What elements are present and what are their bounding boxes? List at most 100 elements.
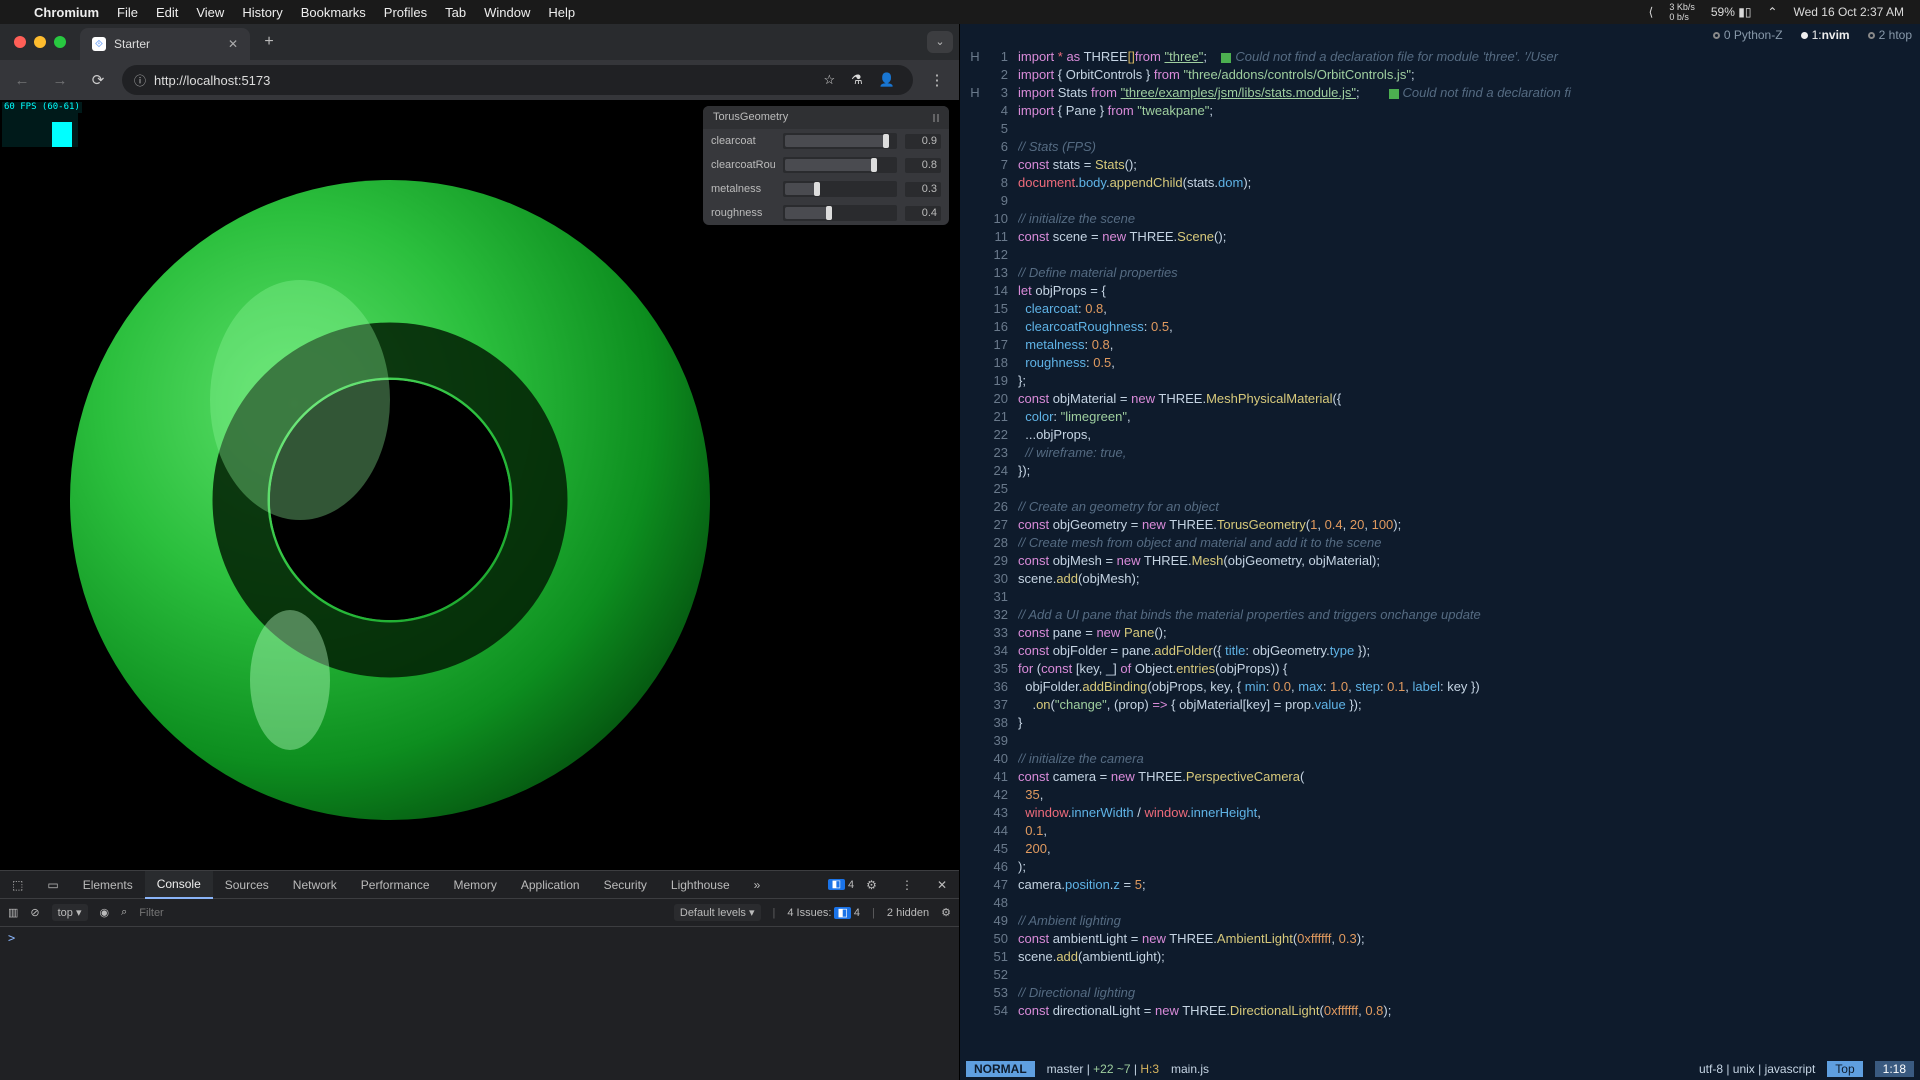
devtools-tab[interactable]: Elements (71, 871, 145, 899)
macos-menubar: Chromium File Edit View History Bookmark… (0, 0, 1920, 24)
back-button[interactable]: ← (8, 66, 36, 94)
close-tab-icon[interactable]: ✕ (228, 37, 238, 51)
slider-track[interactable] (783, 205, 897, 221)
menu-item[interactable]: Edit (156, 5, 178, 20)
code-line: 11const scene = new THREE.Scene(); (966, 228, 1914, 246)
menu-item[interactable]: File (117, 5, 138, 20)
wifi-icon[interactable]: ⌃ (1767, 5, 1777, 19)
devtools-tab[interactable]: Lighthouse (659, 871, 742, 899)
code-line: 28// Create mesh from object and materia… (966, 534, 1914, 552)
code-line: 18 roughness: 0.5, (966, 354, 1914, 372)
filter-input[interactable] (139, 907, 279, 919)
device-toggle-icon[interactable]: ▭ (35, 871, 70, 899)
battery-icon[interactable]: 59% ▮▯ (1711, 5, 1752, 19)
devtools-kebab-icon[interactable]: ⋮ (889, 871, 925, 899)
devtools-more-icon[interactable]: » (742, 871, 773, 899)
slider-row: metalness 0.3 (703, 177, 949, 201)
tmux-tab[interactable]: 2 htop (1868, 29, 1912, 41)
inspect-element-icon[interactable]: ⬚ (0, 871, 35, 899)
devtools: ⬚ ▭ ElementsConsoleSourcesNetworkPerform… (0, 870, 959, 1080)
slider-track[interactable] (783, 157, 897, 173)
tmux-tab[interactable]: 0 Python-Z (1713, 29, 1783, 41)
git-branch: master | +22 ~7 | H:3 (1047, 1063, 1159, 1075)
favicon-icon: ⟐ (92, 37, 106, 51)
menu-item[interactable]: Tab (445, 5, 466, 20)
menu-item[interactable]: View (196, 5, 224, 20)
filename: main.js (1171, 1063, 1209, 1075)
airplay-icon[interactable]: ⟨ (1649, 5, 1654, 19)
kebab-menu-icon[interactable]: ⋮ (923, 66, 951, 94)
menu-item[interactable]: Window (484, 5, 530, 20)
site-info-icon[interactable]: ⓘ (134, 72, 146, 89)
devtools-tab[interactable]: Sources (213, 871, 281, 899)
address-bar[interactable]: ⓘ http://localhost:5173 ☆ ⚗ 👤 (122, 65, 913, 95)
browser-tab[interactable]: ⟐ Starter ✕ (80, 28, 250, 60)
stats-panel[interactable]: 60 FPS (60-61) (2, 102, 82, 147)
devtools-tab[interactable]: Application (509, 871, 592, 899)
clear-console-icon[interactable]: ⊘ (30, 906, 39, 919)
devtools-tab[interactable]: Network (281, 871, 349, 899)
devtools-tab[interactable]: Security (592, 871, 659, 899)
menu-item[interactable]: Help (548, 5, 575, 20)
console-settings-icon[interactable]: ⚙ (941, 906, 951, 919)
tmux-tab-active[interactable]: 1:nvim (1801, 29, 1850, 41)
devtools-tab[interactable]: Memory (442, 871, 509, 899)
code-line: 32// Add a UI pane that binds the materi… (966, 606, 1914, 624)
maximize-window-icon[interactable] (54, 36, 66, 48)
code-line: 48 (966, 894, 1914, 912)
reload-button[interactable]: ⟳ (84, 66, 112, 94)
traffic-lights (6, 36, 74, 48)
code-line: 22 ...objProps, (966, 426, 1914, 444)
devtools-tab[interactable]: Console (145, 871, 213, 899)
pane-folder-title[interactable]: TorusGeometry (703, 106, 949, 129)
slider-row: roughness 0.4 (703, 201, 949, 225)
pane-collapse-icon[interactable] (933, 114, 939, 122)
hidden-count[interactable]: 2 hidden (887, 907, 929, 919)
minimize-window-icon[interactable] (34, 36, 46, 48)
code-line: 36 objFolder.addBinding(objProps, key, {… (966, 678, 1914, 696)
url-text: http://localhost:5173 (154, 73, 270, 88)
profile-icon[interactable]: 👤 (879, 72, 895, 88)
extensions-icon[interactable]: ⚗ (851, 72, 863, 88)
torus-render (50, 160, 730, 840)
code-line: 46); (966, 858, 1914, 876)
slider-track[interactable] (783, 181, 897, 197)
close-window-icon[interactable] (14, 36, 26, 48)
slider-value[interactable]: 0.8 (905, 158, 941, 173)
new-tab-button[interactable]: + (256, 33, 282, 51)
fps-graph (2, 113, 78, 147)
slider-track[interactable] (783, 133, 897, 149)
issues-link[interactable]: 4 Issues: ◧ 4 (787, 906, 860, 919)
code-line: H1import * as THREE[]from "three"; Could… (966, 48, 1914, 66)
context-select[interactable]: top ▾ (52, 904, 88, 921)
tab-overflow-button[interactable]: ⌄ (927, 31, 953, 53)
code-line: 23 // wireframe: true, (966, 444, 1914, 462)
slider-value[interactable]: 0.4 (905, 206, 941, 221)
menu-item[interactable]: Bookmarks (301, 5, 366, 20)
code-editor[interactable]: H1import * as THREE[]from "three"; Could… (960, 46, 1920, 1058)
page-viewport[interactable]: 60 FPS (60-61) (0, 100, 959, 870)
code-line: 7const stats = Stats(); (966, 156, 1914, 174)
cursor-pos: 1:18 (1875, 1061, 1914, 1077)
console-prompt[interactable]: > (0, 927, 959, 1080)
slider-value[interactable]: 0.9 (905, 134, 941, 149)
sidebar-toggle-icon[interactable]: ▥ (8, 906, 18, 919)
code-line: 35for (const [key, _] of Object.entries(… (966, 660, 1914, 678)
bookmark-icon[interactable]: ☆ (824, 72, 836, 88)
devtools-tab[interactable]: Performance (349, 871, 442, 899)
console-errors-badge[interactable]: ◧4 (828, 879, 855, 891)
devtools-close-icon[interactable]: ✕ (925, 871, 959, 899)
code-line: 4import { Pane } from "tweakpane"; (966, 102, 1914, 120)
slider-value[interactable]: 0.3 (905, 182, 941, 197)
log-levels-select[interactable]: Default levels ▾ (674, 904, 761, 921)
menubar-app[interactable]: Chromium (34, 5, 99, 20)
forward-button[interactable]: → (46, 66, 74, 94)
code-line: 21 color: "limegreen", (966, 408, 1914, 426)
menu-item[interactable]: History (242, 5, 282, 20)
clock[interactable]: Wed 16 Oct 2:37 AM (1793, 5, 1904, 19)
code-line: 41const camera = new THREE.PerspectiveCa… (966, 768, 1914, 786)
fps-label: 60 FPS (60-61) (2, 102, 82, 113)
eye-icon[interactable]: ◉ (100, 906, 110, 919)
menu-item[interactable]: Profiles (384, 5, 427, 20)
devtools-settings-icon[interactable]: ⚙ (854, 871, 889, 899)
